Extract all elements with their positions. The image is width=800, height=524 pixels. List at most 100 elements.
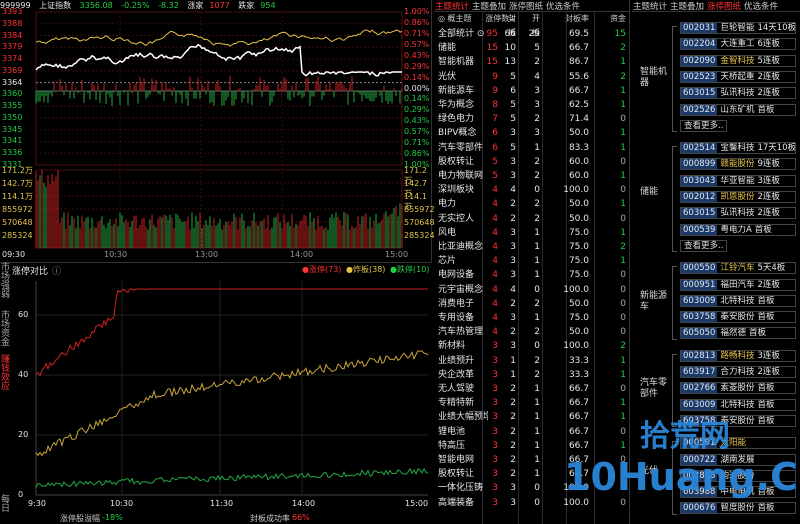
theme-name: 电力 (438, 199, 457, 210)
stock-tab[interactable]: 涨停图纸 (707, 2, 741, 11)
theme-name: 汽车零部件 (438, 142, 484, 153)
stats-row[interactable]: 电网设备 4 3 1 75.0 0 (434, 268, 630, 282)
stats-row[interactable]: 深圳板块 4 4 0 100.0 0 (434, 183, 630, 197)
stats-cell: 2 (534, 114, 540, 125)
stock-chip[interactable]: 002514 宝馨科技 17天10板 (680, 142, 796, 155)
stats-header-cell[interactable]: 封板率 (549, 12, 589, 26)
stats-row[interactable]: 比亚迪概念 4 3 1 75.0 2 (434, 240, 630, 254)
stats-row[interactable]: 智能机器 15 13 2 86.7 1 (434, 55, 630, 69)
stock-code: 000676 (681, 503, 718, 514)
stock-chip[interactable]: 000951 福田汽车 2连板 (680, 278, 796, 291)
stats-cell: 66 (504, 29, 516, 39)
stats-row[interactable]: 光伏 9 5 4 55.6 2 (434, 70, 630, 84)
stock-chip[interactable]: 000899 赣能股份 9连板 (680, 158, 796, 171)
side-tab[interactable]: 市场资金 (0, 312, 11, 348)
stats-row[interactable]: 全部统计 ⊙ 95 66 29 69.5 15 (434, 27, 630, 41)
stats-row[interactable]: 芯片 4 3 1 75.0 1 (434, 254, 630, 268)
stats-row[interactable]: BIPV概念 6 3 3 50.0 1 (434, 126, 630, 140)
theme-name: 光伏 (438, 71, 457, 82)
theme-name: 深圳板块 (438, 185, 475, 196)
stock-chip[interactable]: 603015 弘讯科技 2连板 (680, 87, 796, 100)
stats-cell: 3 (534, 85, 540, 96)
stats-cell: 6 (510, 85, 516, 96)
stats-header-cell[interactable]: 资金 (594, 12, 626, 26)
stock-chip[interactable]: 002526 山东矿机 首板 (680, 103, 796, 116)
stock-chip[interactable]: 000539 粤电力A 首板 (680, 223, 796, 236)
stock-chip[interactable]: 603758 秦安股份 首板 (680, 311, 796, 324)
y-right-label: 0.86% (404, 149, 430, 159)
stats-row[interactable]: 电力 4 2 2 50.0 1 (434, 197, 630, 211)
stats-cell: 3 (510, 256, 516, 267)
stock-chip[interactable]: 002523 天桥起重 2连板 (680, 70, 796, 83)
stats-row[interactable]: 绿色电力 7 5 2 71.4 0 (434, 112, 630, 126)
stats-row[interactable]: 央企改革 3 1 2 33.3 1 (434, 368, 630, 382)
stats-row[interactable]: 无实控人 4 2 2 50.0 0 (434, 212, 630, 226)
stats-row[interactable]: 无人驾驶 3 2 1 66.7 0 (434, 382, 630, 396)
stock-chip[interactable]: 000676 智度股份 首板 (680, 502, 796, 515)
stats-tab[interactable]: 主题叠加 (472, 2, 506, 11)
stats-row[interactable]: 股权转让 5 3 2 60.0 0 (434, 155, 630, 169)
watermark-cn: 拾荒网 (640, 419, 730, 454)
stats-tab[interactable]: 主题统计 (435, 2, 469, 11)
stats-tab[interactable]: 涨停图纸 (509, 2, 543, 11)
stock-list-tabs: 主题统计 主题叠加 涨停图纸 优选条件 (632, 0, 800, 12)
stock-code: 002031 (681, 23, 718, 33)
stock-chip[interactable]: 002204 大连重工 6连板 (680, 38, 796, 51)
stock-chip[interactable]: 603009 北特科技 首板 (680, 398, 796, 411)
side-tab[interactable]: 每日 (0, 496, 11, 514)
theme-name: 锂电池 (438, 426, 466, 437)
stock-tab[interactable]: 优选条件 (744, 2, 778, 11)
stock-chip[interactable]: 002012 凯恩股份 2连板 (680, 191, 796, 203)
stats-row[interactable]: 消费电子 4 2 2 50.0 0 (434, 297, 630, 311)
view-more-button[interactable]: 查看更多.. (680, 119, 728, 132)
stats-row[interactable]: 风电 4 3 1 75.0 1 (434, 226, 630, 240)
stock-chip[interactable]: 000550 江铃汽车 5天4板 (680, 262, 796, 275)
stock-board-tag: 5连板 (757, 55, 780, 66)
stats-cell: 4 (492, 270, 498, 281)
side-tab[interactable]: 市场强弱 (0, 264, 11, 300)
limit-y-label: 20 (18, 430, 29, 439)
y-right-label: 0.14% (404, 72, 430, 82)
stock-tab[interactable]: 主题叠加 (670, 2, 704, 11)
stock-board-tag: 2连板 (757, 279, 780, 290)
theme-name: BIPV概念 (438, 128, 477, 139)
stats-tab[interactable]: 优选条件 (546, 2, 580, 11)
stats-row[interactable]: 汽车热管理 4 2 2 50.0 0 (434, 325, 630, 339)
stock-chip[interactable]: 002813 路畅科技 3连板 (680, 349, 796, 362)
theme-name: 汽车热管理 (438, 327, 484, 338)
stock-chip[interactable]: 002090 金智科技 5连板 (680, 54, 796, 67)
stats-row[interactable]: 元宇宙概念 4 4 0 100.0 0 (434, 283, 630, 297)
stats-row[interactable]: 汽车零部件 6 5 1 83.3 1 (434, 141, 630, 155)
stock-name: 智度股份 (720, 503, 755, 514)
stats-row[interactable]: 储能 15 10 5 66.7 2 (434, 41, 630, 55)
stats-row[interactable]: 华为概念 8 5 3 62.5 1 (434, 98, 630, 112)
theme-name: 业绩预升 (438, 355, 475, 366)
stats-row[interactable]: 电力物联网 5 3 2 60.0 1 (434, 169, 630, 183)
stats-cell: 9 (492, 85, 498, 96)
stats-row[interactable]: 业绩预升 3 1 2 33.3 1 (434, 354, 630, 368)
stats-row[interactable]: 新能源车 9 6 3 66.7 1 (434, 84, 630, 98)
stats-cell: 2 (620, 71, 626, 82)
y-right-label: 0.71% (404, 28, 430, 38)
stock-chip[interactable]: 605050 福然德 首板 (680, 327, 796, 340)
stock-chip[interactable]: 002031 巨轮智能 14天10板 (680, 22, 796, 34)
stock-chip[interactable]: 603917 合力科技 2连板 (680, 366, 796, 378)
view-more-button[interactable]: 查看更多.. (680, 239, 728, 252)
stats-row[interactable]: 专精特新 3 2 1 66.7 1 (434, 396, 630, 410)
limit-chart-svg (35, 281, 429, 496)
side-tab[interactable]: 赚钱效应 (0, 356, 11, 392)
app: 999999 上证指数 3356.08 -0.25% -8.32 涨家 1077 … (0, 0, 800, 524)
stock-name: 索菱股份 (720, 383, 755, 394)
theme-name: 电网设备 (438, 270, 475, 281)
stock-chip[interactable]: 003043 华亚智能 3连板 (680, 174, 796, 187)
stock-chip[interactable]: 002766 索菱股份 首板 (680, 382, 796, 395)
stats-row[interactable]: 专用设备 4 3 1 75.0 0 (434, 311, 630, 325)
stats-header-cell[interactable]: ◎ 概主题 (438, 12, 488, 26)
stock-code: 002813 (681, 350, 718, 361)
stock-chip[interactable]: 603015 弘讯科技 2连板 (680, 207, 796, 220)
stats-row[interactable]: 新材料 3 3 0 100.0 2 (434, 339, 630, 353)
stats-cell: 29 (528, 29, 540, 39)
stock-tab[interactable]: 主题统计 (633, 2, 667, 11)
stock-chip[interactable]: 603009 北特科技 首板 (680, 294, 796, 307)
vol-left-label: 570648 (2, 218, 33, 227)
